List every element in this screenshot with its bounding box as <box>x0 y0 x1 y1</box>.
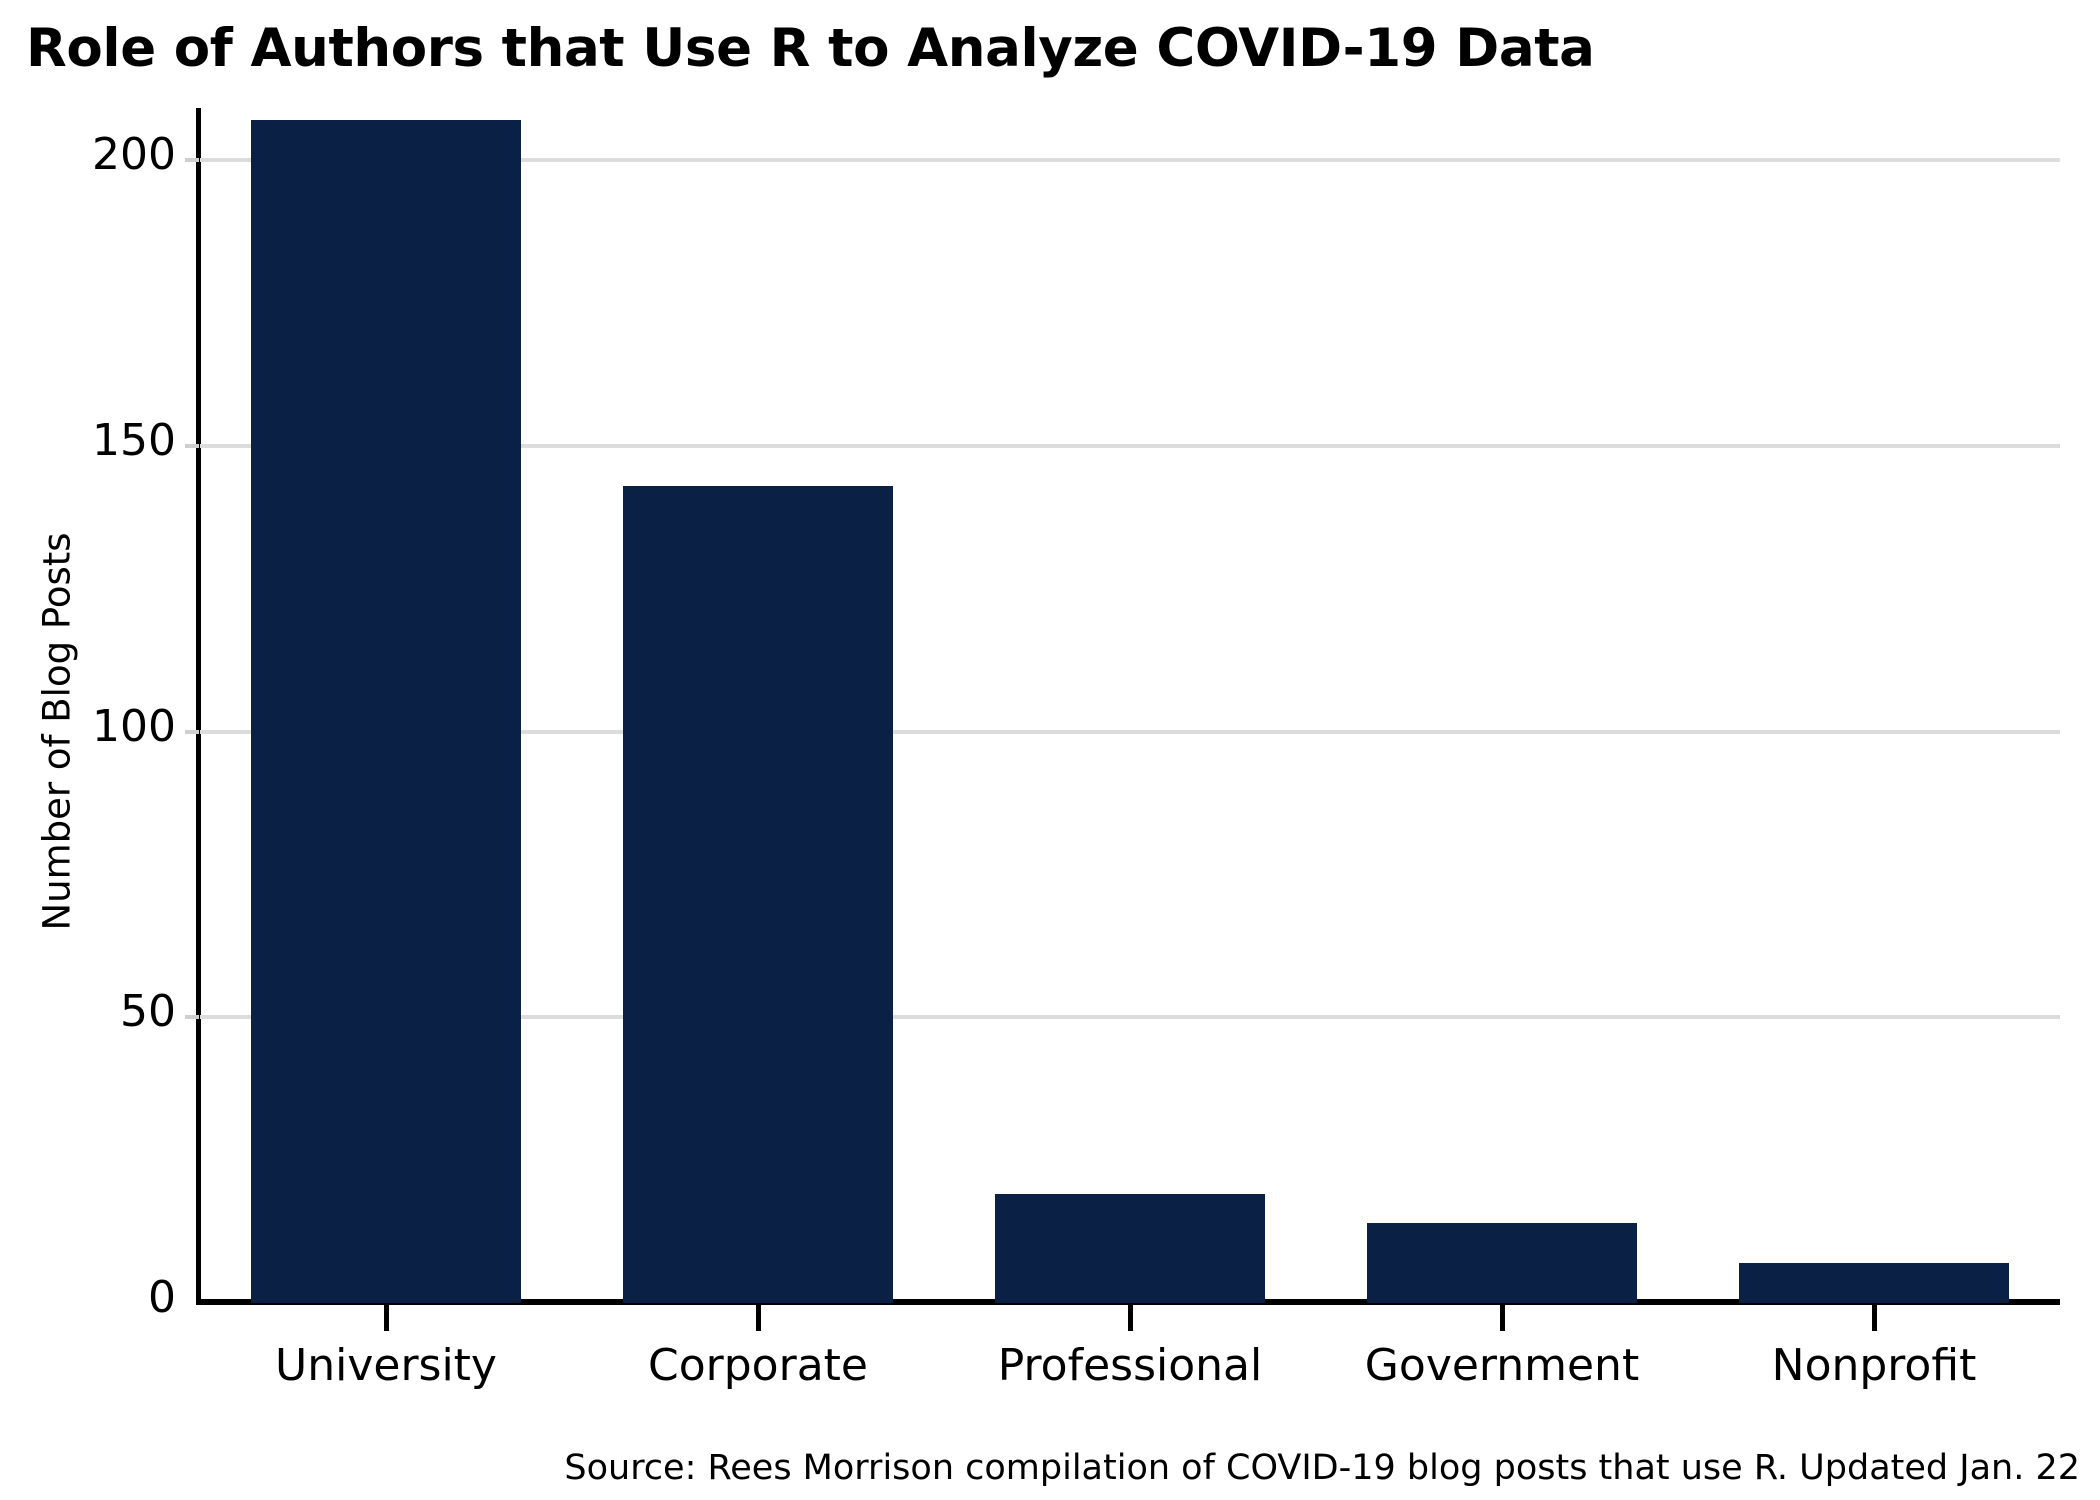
x-tick-mark-corporate <box>756 1305 761 1331</box>
bar-corporate[interactable] <box>623 485 893 1303</box>
bar-nonprofit[interactable] <box>1739 1263 2009 1303</box>
bar-chart-figure: Role of Authors that Use R to Analyze CO… <box>0 0 2100 1500</box>
y-tick-label: 150 <box>92 414 176 466</box>
y-tick-label: 200 <box>92 129 176 180</box>
bar-professional[interactable] <box>995 1194 1265 1303</box>
y-tick-mark-150 <box>185 443 199 448</box>
source-caption: Source: Rees Morrison compilation of COV… <box>564 1448 2080 1488</box>
x-tick-mark-nonprofit <box>1872 1305 1877 1331</box>
y-tick-mark-200 <box>185 158 199 162</box>
x-tick-mark-professional <box>1128 1305 1133 1331</box>
y-tick-mark-100 <box>185 729 199 734</box>
y-tick-label: 100 <box>92 700 176 752</box>
page-title: Role of Authors that Use R to Analyze CO… <box>26 18 1595 79</box>
x-tick-label-government: Government <box>1364 1340 1640 1391</box>
bar-university[interactable] <box>251 120 521 1303</box>
y-tick-mark-50 <box>185 1015 199 1020</box>
y-tick-label: 0 <box>148 1272 176 1323</box>
x-tick-label-nonprofit: Nonprofit <box>1771 1340 1977 1391</box>
x-tick-mark-university <box>384 1305 389 1331</box>
plot-area <box>200 110 2060 1303</box>
x-tick-label-corporate: Corporate <box>648 1340 868 1391</box>
x-tick-mark-government <box>1500 1305 1505 1331</box>
y-tick-label: 50 <box>120 986 176 1038</box>
x-tick-label-professional: Professional <box>997 1340 1263 1391</box>
x-tick-label-university: University <box>275 1340 497 1391</box>
bar-government[interactable] <box>1367 1223 1637 1303</box>
